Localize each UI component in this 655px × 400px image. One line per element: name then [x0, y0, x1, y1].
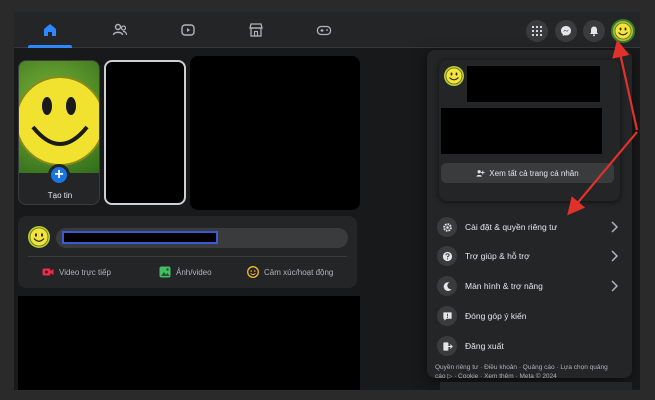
menu-item-logout[interactable]: Đăng xuất — [432, 333, 627, 359]
gaming-icon — [316, 25, 332, 36]
top-navigation — [14, 12, 640, 48]
menu-footer-links[interactable]: Quyền riêng tư · Điều khoản · Quảng cáo … — [435, 363, 615, 381]
menu-item-help-label: Trợ giúp & hỗ trợ — [465, 251, 530, 261]
profile-avatar-button[interactable] — [611, 19, 635, 43]
feeling-icon — [247, 266, 259, 278]
partial-contact-row — [440, 382, 632, 390]
redacted-profile-details — [441, 108, 602, 154]
profile-card: Xem tất cả trang cá nhân — [439, 60, 620, 201]
create-story-card[interactable]: + Tạo tin — [18, 60, 100, 205]
story-card-redacted[interactable] — [190, 56, 360, 210]
see-all-profiles-label: Xem tất cả trang cá nhân — [489, 168, 579, 178]
logout-icon-wrap — [437, 336, 457, 356]
profile-card-avatar[interactable] — [444, 66, 464, 86]
smiley-image — [19, 76, 99, 166]
facebook-app: + Tạo tin Video trực tiếp Ảnh/video Cảm … — [14, 12, 640, 390]
menu-item-settings-label: Cài đặt & quyền riêng tư — [465, 222, 558, 232]
feed-post-redacted — [18, 296, 360, 390]
account-menu: Xem tất cả trang cá nhân Cài đặt & quyền… — [427, 50, 632, 381]
live-video-icon — [42, 268, 54, 276]
menu-item-feedback[interactable]: Đóng góp ý kiến — [432, 303, 627, 329]
chevron-right-icon — [611, 250, 619, 262]
help-icon-wrap — [437, 246, 457, 266]
nav-tab-gaming[interactable] — [296, 12, 352, 48]
smiley-avatar-icon — [445, 67, 463, 85]
composer-avatar — [28, 226, 50, 248]
menu-item-logout-label: Đăng xuất — [465, 341, 504, 351]
help-icon — [442, 251, 452, 261]
home-icon — [44, 24, 56, 36]
menu-item-display-label: Màn hình & trợ năng — [465, 281, 543, 291]
bell-icon — [590, 26, 598, 37]
live-video-label: Video trực tiếp — [59, 267, 111, 277]
feeling-activity-button[interactable]: Cảm xúc/hoạt động — [247, 262, 333, 282]
screenshot-frame: + Tạo tin Video trực tiếp Ảnh/video Cảm … — [0, 0, 655, 400]
create-story-label: Tạo tin — [47, 191, 73, 200]
switch-profiles-icon — [476, 169, 485, 177]
nav-tab-marketplace[interactable] — [228, 12, 284, 48]
menu-grid-button[interactable] — [526, 20, 548, 42]
messenger-icon — [561, 26, 571, 36]
display-icon-wrap — [437, 276, 457, 296]
menu-item-help[interactable]: Trợ giúp & hỗ trợ — [432, 243, 627, 269]
redacted-placeholder — [62, 231, 218, 244]
friends-icon — [112, 23, 128, 36]
live-video-button[interactable]: Video trực tiếp — [42, 262, 111, 282]
gear-icon — [442, 222, 452, 232]
feeling-activity-label: Cảm xúc/hoạt động — [264, 267, 334, 277]
composer-divider — [28, 256, 347, 257]
nav-tab-friends[interactable] — [92, 12, 148, 48]
marketplace-icon — [249, 23, 263, 37]
redacted-profile-name — [467, 66, 600, 102]
chevron-right-icon — [611, 221, 619, 233]
story-card[interactable] — [104, 60, 186, 205]
post-composer: Video trực tiếp Ảnh/video Cảm xúc/hoạt đ… — [18, 216, 357, 288]
see-all-profiles-button[interactable]: Xem tất cả trang cá nhân — [441, 163, 614, 183]
add-story-button[interactable]: + — [48, 164, 70, 186]
menu-item-feedback-label: Đóng góp ý kiến — [465, 311, 527, 321]
messenger-button[interactable] — [555, 20, 577, 42]
notifications-button[interactable] — [583, 20, 605, 42]
moon-icon — [443, 281, 452, 291]
smiley-avatar-icon — [614, 22, 632, 40]
chevron-right-icon — [611, 280, 619, 292]
nav-tab-watch[interactable] — [160, 12, 216, 48]
menu-grid-icon — [531, 25, 543, 37]
photo-icon — [159, 266, 171, 278]
story-profile-image — [19, 61, 99, 173]
feedback-icon-wrap — [437, 306, 457, 326]
composer-input[interactable] — [56, 228, 348, 248]
settings-icon-wrap — [437, 217, 457, 237]
nav-tab-home[interactable] — [22, 12, 78, 48]
photo-video-label: Ảnh/video — [176, 267, 212, 277]
menu-item-display[interactable]: Màn hình & trợ năng — [432, 273, 627, 299]
menu-item-settings[interactable]: Cài đặt & quyền riêng tư — [432, 214, 627, 240]
logout-icon — [442, 341, 453, 351]
smiley-avatar-icon — [29, 227, 49, 247]
photo-video-button[interactable]: Ảnh/video — [159, 262, 212, 282]
feedback-icon — [442, 311, 452, 321]
watch-icon — [181, 24, 195, 36]
